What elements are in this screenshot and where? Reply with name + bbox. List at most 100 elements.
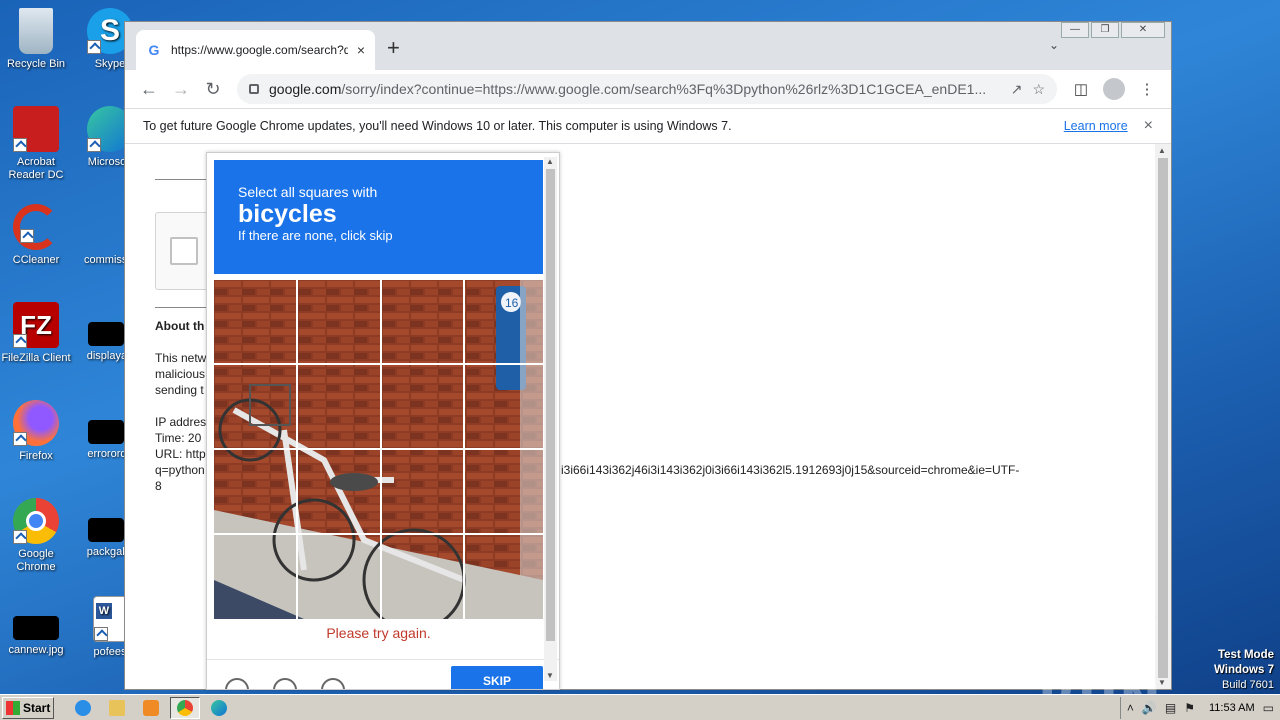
desktop-icon-chrome[interactable]: Google Chrome <box>0 498 72 574</box>
info-paragraph-line: sending t <box>155 383 204 397</box>
edge-icon <box>211 699 227 716</box>
challenge-image-grid[interactable]: 16 <box>214 280 543 619</box>
desktop-icon-label: Recycle Bin <box>6 58 66 70</box>
desktop-icon-firefox[interactable]: Firefox <box>0 400 72 463</box>
recaptcha-challenge: Select all squares with bicycles If ther… <box>206 152 560 690</box>
action-center-flag-icon[interactable]: ⚑ <box>1184 701 1195 715</box>
info-icon[interactable] <box>321 678 345 689</box>
taskbar-chrome[interactable] <box>170 696 200 719</box>
desktop-icon-label: FileZilla Client <box>1 352 71 364</box>
scrollbar-thumb[interactable] <box>546 169 555 641</box>
desktop-icon-acrobat[interactable]: Acrobat Reader DC <box>0 106 72 182</box>
shortcut-arrow-icon <box>20 229 34 243</box>
challenge-header: Select all squares with bicycles If ther… <box>214 160 543 274</box>
challenge-scrollbar[interactable]: ▲ ▼ <box>544 157 557 681</box>
clock[interactable]: 11:53 AM <box>1209 702 1255 714</box>
tab-close-icon[interactable]: × <box>357 42 365 58</box>
url-tail-text: i3i66i143i362j46i3i143i362j0i3i66i143i36… <box>561 463 1020 477</box>
page-scrollbar[interactable]: ▲ ▼ <box>1155 144 1171 689</box>
black-file-icon <box>88 322 124 346</box>
divider <box>155 179 207 180</box>
infobar-message: To get future Google Chrome updates, you… <box>143 119 732 133</box>
forward-arrow-icon[interactable]: → <box>165 79 197 100</box>
url-text[interactable]: google.com/sorry/index?continue=https://… <box>269 81 1001 97</box>
ccleaner-icon <box>13 204 59 250</box>
reload-challenge-icon[interactable] <box>225 678 249 689</box>
shortcut-arrow-icon <box>13 530 27 544</box>
audio-challenge-icon[interactable] <box>273 678 297 689</box>
desktop-icon-label: Acrobat Reader DC <box>8 156 64 181</box>
scroll-up-arrow-icon[interactable]: ▲ <box>546 157 554 166</box>
shortcut-arrow-icon <box>87 40 101 54</box>
start-button[interactable]: Start <box>2 696 54 719</box>
internet-explorer-icon <box>75 699 91 716</box>
lock-icon[interactable] <box>249 84 259 94</box>
desktop-icon-label: cannew.jpg <box>8 644 64 656</box>
desktop-icon-label: Google Chrome <box>16 548 56 573</box>
bicycle-street-image: 16 <box>214 280 543 619</box>
kebab-menu-icon[interactable]: ⋮ <box>1131 80 1163 98</box>
scroll-up-arrow-icon[interactable]: ▲ <box>1158 146 1166 155</box>
shortcut-arrow-icon <box>94 627 108 641</box>
learn-more-link[interactable]: Learn more <box>1064 119 1128 133</box>
black-file-icon <box>13 616 59 640</box>
recaptcha-checkbox[interactable] <box>170 237 198 265</box>
desktop-icon-file[interactable]: cannew.jpg <box>0 596 72 657</box>
sign-number-text: 16 <box>505 296 519 310</box>
taskbar-edge[interactable] <box>204 697 234 719</box>
profile-avatar-icon[interactable] <box>1103 78 1125 100</box>
system-tray: ˄ 🔊 ▤ ⚑ 11:53 AM ▭ <box>1119 697 1280 719</box>
show-hidden-icons-icon[interactable]: ˄ <box>1127 701 1134 715</box>
desktop-icon-recycle-bin[interactable]: Recycle Bin <box>0 8 72 71</box>
tab-search-chevron-icon[interactable]: ⌄ <box>1049 38 1059 52</box>
filezilla-icon: FZ <box>13 302 59 348</box>
restore-button[interactable]: ❐ <box>1091 22 1119 38</box>
infobar-close-icon[interactable]: × <box>1144 117 1153 135</box>
desktop-icon-filezilla[interactable]: FZ FileZilla Client <box>0 302 72 365</box>
shortcut-arrow-icon <box>13 432 27 446</box>
skip-button[interactable]: SKIP <box>451 666 543 689</box>
challenge-footer: SKIP <box>207 659 559 689</box>
update-infobar: To get future Google Chrome updates, you… <box>125 108 1171 144</box>
taskbar-media-player[interactable] <box>136 697 166 719</box>
side-panel-icon[interactable]: ◫ <box>1065 80 1097 98</box>
folder-icon <box>109 699 125 716</box>
chrome-icon <box>13 498 59 544</box>
desktop-icon-label: Firefox <box>19 450 53 462</box>
taskbar-explorer[interactable] <box>102 697 132 719</box>
minimize-button[interactable]: — <box>1061 22 1089 38</box>
reload-icon[interactable]: ↻ <box>197 79 229 100</box>
bookmark-star-icon[interactable]: ☆ <box>1032 81 1045 98</box>
shortcut-arrow-icon <box>87 138 101 152</box>
url-host: google.com <box>269 81 342 97</box>
test-mode-notice: Test Mode Windows 7 Build 7601 <box>1214 648 1274 693</box>
start-label: Start <box>23 700 51 715</box>
new-tab-button[interactable]: + <box>387 35 400 61</box>
ip-address-line: IP addres <box>155 415 207 429</box>
volume-icon[interactable]: 🔊 <box>1142 701 1157 715</box>
browser-toolbar: ← → ↻ google.com/sorry/index?continue=ht… <box>125 70 1171 108</box>
taskbar: Start ˄ 🔊 ▤ ⚑ 11:53 AM ▭ <box>0 694 1280 720</box>
captcha-error-message: Please try again. <box>326 625 431 641</box>
tab-title: https://www.google.com/search?q= <box>171 43 348 57</box>
close-window-button[interactable]: ✕ <box>1121 22 1165 38</box>
share-icon[interactable]: ↗ <box>1011 81 1023 98</box>
title-bar: G https://www.google.com/search?q= × + ⌄… <box>125 22 1171 70</box>
scrollbar-thumb[interactable] <box>1158 158 1168 678</box>
challenge-instruction: Select all squares with <box>238 184 378 200</box>
info-paragraph-line: malicious <box>155 367 206 381</box>
scroll-down-arrow-icon[interactable]: ▼ <box>546 671 554 680</box>
url-path: /sorry/index?continue=https://www.google… <box>341 81 987 97</box>
back-arrow-icon[interactable]: ← <box>133 79 165 100</box>
taskbar-ie[interactable] <box>68 697 98 719</box>
build-label: Build 7601 <box>1222 679 1274 691</box>
show-desktop-icon[interactable]: ▭ <box>1263 701 1274 715</box>
google-favicon-icon: G <box>148 42 160 58</box>
window-controls: — ❐ ✕ <box>1059 22 1165 38</box>
desktop-icon-ccleaner[interactable]: CCleaner <box>0 204 72 267</box>
black-file-icon <box>88 518 124 542</box>
media-player-icon <box>143 699 159 716</box>
network-icon[interactable]: ▤ <box>1165 701 1176 715</box>
browser-tab[interactable]: G https://www.google.com/search?q= × <box>136 30 375 70</box>
address-bar[interactable]: google.com/sorry/index?continue=https://… <box>237 74 1057 104</box>
